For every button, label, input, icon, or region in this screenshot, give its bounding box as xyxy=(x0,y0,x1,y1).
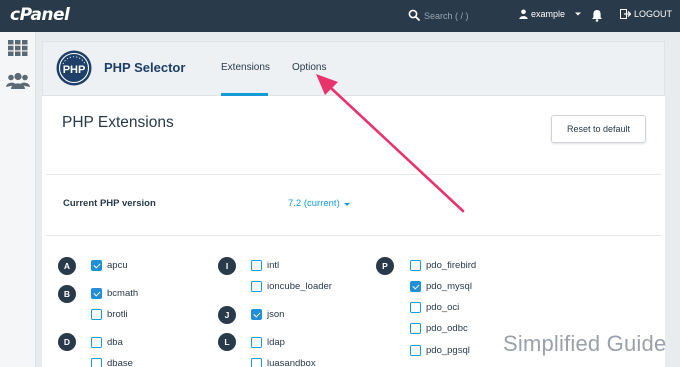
user-menu[interactable]: example xyxy=(519,9,582,19)
letter-badge-p: P xyxy=(376,257,394,275)
sidebar xyxy=(0,32,36,367)
logout-icon xyxy=(620,9,631,19)
divider xyxy=(46,174,661,175)
cpanel-logo[interactable]: cPanel xyxy=(10,5,70,25)
checkbox[interactable] xyxy=(410,260,421,271)
extension-luasandbox[interactable]: luasandbox xyxy=(251,358,316,367)
divider xyxy=(46,235,661,236)
bell-icon[interactable] xyxy=(591,9,603,22)
main-content: PHP Extensions Reset to default Current … xyxy=(42,96,665,367)
checkbox[interactable] xyxy=(251,358,262,367)
extension-pdo-firebird[interactable]: pdo_firebird xyxy=(410,260,476,271)
user-icon xyxy=(519,9,528,19)
reset-to-default-button[interactable]: Reset to default xyxy=(551,115,646,143)
checkbox[interactable] xyxy=(251,309,262,320)
php-version-value: 7.2 (current) xyxy=(288,198,340,209)
logout-button[interactable]: LOGOUT xyxy=(620,9,672,19)
checkbox[interactable] xyxy=(91,260,102,271)
extension-label: ioncube_loader xyxy=(267,281,332,292)
extension-bcmath[interactable]: bcmath xyxy=(91,288,138,299)
logout-label: LOGOUT xyxy=(634,9,673,19)
extension-dba[interactable]: dba xyxy=(91,337,123,348)
extension-pdo-odbc[interactable]: pdo_odbc xyxy=(410,323,468,334)
page-title: PHP Selector xyxy=(104,60,186,75)
checkbox[interactable] xyxy=(91,337,102,348)
extension-label: pdo_pgsql xyxy=(426,345,470,356)
caret-down-icon xyxy=(343,202,350,206)
extension-label: json xyxy=(267,309,285,320)
php-selector-logo-icon: PHP xyxy=(56,50,92,86)
extension-pdo-pgsql[interactable]: pdo_pgsql xyxy=(410,345,470,356)
checkbox[interactable] xyxy=(410,281,421,292)
watermark: Simplified Guide xyxy=(503,331,667,356)
extension-label: pdo_odbc xyxy=(426,323,468,334)
letter-badge-j: J xyxy=(218,306,236,324)
extension-label: luasandbox xyxy=(267,358,316,367)
checkbox[interactable] xyxy=(91,288,102,299)
checkbox[interactable] xyxy=(410,302,421,313)
checkbox[interactable] xyxy=(91,309,102,320)
letter-badge-l: L xyxy=(218,333,236,351)
extension-brotli[interactable]: brotli xyxy=(91,309,128,320)
extension-label: ldap xyxy=(267,337,285,348)
php-logo-text: PHP xyxy=(63,64,86,76)
checkbox[interactable] xyxy=(410,345,421,356)
checkbox[interactable] xyxy=(91,358,102,367)
extension-label: pdo_oci xyxy=(426,302,460,313)
search-input[interactable] xyxy=(424,7,504,25)
checkbox[interactable] xyxy=(251,260,262,271)
php-version-dropdown[interactable]: 7.2 (current) xyxy=(288,198,350,209)
extension-ioncube-loader[interactable]: ioncube_loader xyxy=(251,281,332,292)
checkbox[interactable] xyxy=(251,281,262,292)
extension-label: dba xyxy=(107,337,123,348)
extension-label: apcu xyxy=(107,260,128,271)
extension-label: bcmath xyxy=(107,288,139,299)
users-icon[interactable] xyxy=(6,72,30,90)
extension-pdo-mysql[interactable]: pdo_mysql xyxy=(410,281,472,292)
extension-label: brotli xyxy=(107,309,128,320)
letter-badge-d: D xyxy=(58,333,76,351)
username-label: example xyxy=(531,9,566,19)
php-version-label: Current PHP version xyxy=(63,198,156,209)
checkbox[interactable] xyxy=(410,323,421,334)
section-title: PHP Extensions xyxy=(62,114,174,131)
tab-options[interactable]: Options xyxy=(292,62,326,73)
tab-extensions[interactable]: Extensions xyxy=(221,62,270,73)
extension-label: intl xyxy=(267,260,280,271)
extension-dbase[interactable]: dbase xyxy=(91,358,133,367)
extension-label: pdo_mysql xyxy=(426,281,472,292)
chevron-down-icon xyxy=(575,12,582,16)
extension-pdo-oci[interactable]: pdo_oci xyxy=(410,302,459,313)
app-header: PHP PHP Selector Extensions Options xyxy=(42,41,665,96)
extension-json[interactable]: json xyxy=(251,309,284,320)
checkbox[interactable] xyxy=(251,337,262,348)
extension-label: pdo_firebird xyxy=(426,260,477,271)
extension-ldap[interactable]: ldap xyxy=(251,337,285,348)
top-navbar: cPanel example LOGOUT xyxy=(0,0,680,32)
extension-apcu[interactable]: apcu xyxy=(91,260,128,271)
extension-intl[interactable]: intl xyxy=(251,260,279,271)
extension-label: dbase xyxy=(107,358,133,367)
letter-badge-b: B xyxy=(58,285,76,303)
search-icon[interactable] xyxy=(408,9,420,21)
letter-badge-a: A xyxy=(58,257,76,275)
letter-badge-i: I xyxy=(218,257,236,275)
grid-icon[interactable] xyxy=(8,40,28,56)
